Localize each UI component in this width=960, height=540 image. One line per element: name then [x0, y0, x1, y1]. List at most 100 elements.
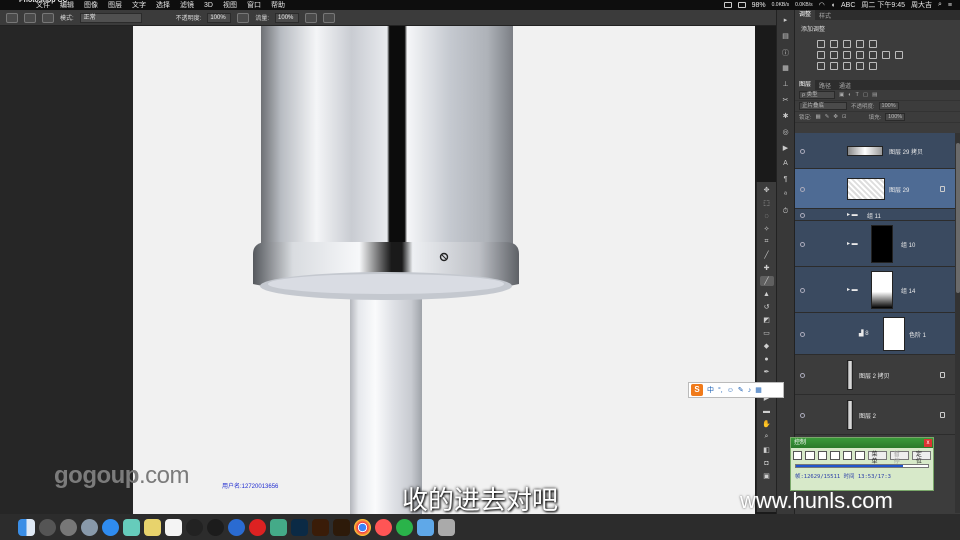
photo-icon[interactable]: [123, 518, 140, 536]
brush-tool-icon[interactable]: [6, 12, 18, 23]
prev-button[interactable]: [793, 451, 803, 460]
hue-sat-icon[interactable]: [830, 51, 838, 59]
menu-3d[interactable]: 3D: [199, 2, 218, 9]
stamp-tool-icon[interactable]: ▲: [760, 289, 774, 299]
eraser-icon[interactable]: ◩: [760, 315, 774, 325]
layer-group-row[interactable]: ▸ ▬ 组 10: [795, 221, 955, 267]
scroll-thumb[interactable]: [956, 143, 960, 293]
toolbox-icon[interactable]: ▦: [755, 386, 762, 394]
wifi-icon[interactable]: ◠: [819, 1, 825, 9]
ime-punct-toggle[interactable]: °,: [718, 387, 723, 394]
timeline-icon[interactable]: ⏱: [780, 208, 792, 218]
photo-filter-icon[interactable]: [869, 51, 877, 59]
airbrush-icon[interactable]: [305, 12, 318, 23]
threshold-icon[interactable]: [843, 62, 851, 70]
next-button[interactable]: [817, 451, 828, 460]
quicktime-icon[interactable]: [186, 518, 203, 536]
gradient-map-icon[interactable]: [856, 62, 864, 70]
user-name[interactable]: 周大吉: [911, 0, 932, 10]
brush-panel-icon[interactable]: [42, 12, 54, 23]
layer-row[interactable]: 图层 2 拷贝: [795, 355, 955, 395]
marquee-tool-icon[interactable]: ⬚: [760, 198, 774, 208]
hand-tool-icon[interactable]: ✋: [760, 419, 774, 429]
input-source[interactable]: ABC: [841, 2, 855, 9]
brightness-icon[interactable]: [817, 40, 825, 48]
layer-group-row[interactable]: ▸ ▬ 组 11: [795, 209, 955, 221]
blur-tool-icon[interactable]: ◆: [760, 341, 774, 351]
layer-row[interactable]: 图层 29 拷贝: [795, 133, 955, 169]
launchpad-icon[interactable]: [60, 518, 77, 536]
trash-icon[interactable]: [438, 518, 455, 536]
browser-icon[interactable]: [228, 518, 245, 536]
document-canvas[interactable]: [133, 26, 755, 514]
invert-icon[interactable]: [817, 62, 825, 70]
visibility-icon[interactable]: [800, 212, 805, 218]
menu-edit[interactable]: 编辑: [55, 0, 79, 10]
quick-mask-icon[interactable]: ◘: [760, 458, 774, 468]
zoom-tool-icon[interactable]: ⌕: [760, 432, 774, 442]
vibrance-icon[interactable]: [817, 51, 825, 59]
filter-smart-icon[interactable]: ▤: [872, 92, 877, 98]
history-icon[interactable]: ▸: [780, 16, 792, 26]
lock-all-icon[interactable]: ⊡: [842, 114, 847, 120]
lock-pixels-icon[interactable]: ▦: [816, 114, 821, 120]
volume-icon[interactable]: ◖: [831, 2, 835, 9]
color-balance-icon[interactable]: [843, 51, 851, 59]
visibility-icon[interactable]: [800, 372, 805, 378]
visibility-icon[interactable]: [800, 186, 805, 192]
layers-scrollbar[interactable]: [955, 133, 960, 513]
selective-color-icon[interactable]: [869, 62, 877, 70]
audio-button[interactable]: [855, 451, 865, 460]
app-store-icon[interactable]: [102, 518, 119, 536]
layer-row[interactable]: 图层 29: [795, 169, 955, 209]
opacity-input[interactable]: 100%: [207, 12, 232, 23]
filter-shape-icon[interactable]: ▢: [863, 92, 868, 98]
menu-select[interactable]: 选择: [151, 0, 175, 10]
quick-select-icon[interactable]: ✧: [760, 224, 774, 234]
glyphs-icon[interactable]: ª: [780, 192, 792, 202]
character-icon[interactable]: A: [780, 160, 792, 170]
crop-tool-icon[interactable]: ⌗: [760, 237, 774, 247]
layer-row[interactable]: 图层 2: [795, 395, 955, 435]
menu-help[interactable]: 帮助: [266, 0, 290, 10]
lasso-tool-icon[interactable]: ◌: [760, 211, 774, 221]
menu-window[interactable]: 窗口: [242, 0, 266, 10]
swatches-icon[interactable]: ▦: [780, 64, 792, 74]
display-icon[interactable]: [723, 2, 732, 8]
healing-brush-icon[interactable]: ✚: [760, 263, 774, 273]
color-swatches-icon[interactable]: ◧: [760, 445, 774, 455]
mode-select[interactable]: 正常: [79, 12, 142, 23]
handwrite-icon[interactable]: ✎: [738, 386, 744, 394]
wechat-icon[interactable]: [396, 518, 413, 536]
record-icon[interactable]: [249, 518, 266, 536]
layer-row[interactable]: ▟ 8 色阶 1: [795, 313, 955, 355]
filter-kind-select[interactable]: ρ 类型: [799, 91, 835, 99]
tools-icon[interactable]: ✂: [780, 96, 792, 106]
layer-comps-icon[interactable]: ◎: [780, 128, 792, 138]
menu-view[interactable]: 视图: [218, 0, 242, 10]
list-icon[interactable]: ≡: [948, 2, 952, 9]
move-tool-icon[interactable]: ✥: [760, 185, 774, 195]
folder-icon[interactable]: [417, 518, 434, 536]
layer-opacity-input[interactable]: 100%: [878, 102, 899, 110]
properties-icon[interactable]: ▤: [780, 32, 792, 42]
tab-paths[interactable]: 路径: [815, 81, 835, 90]
menu-file[interactable]: 文件: [31, 0, 55, 10]
video-app-icon[interactable]: [207, 518, 224, 536]
lock-paint-icon[interactable]: ✎: [825, 114, 830, 120]
search-icon[interactable]: ⌕: [938, 1, 942, 9]
black-white-icon[interactable]: [856, 51, 864, 59]
illustrator-icon[interactable]: [312, 518, 329, 536]
shape-tool-icon[interactable]: ▬: [760, 406, 774, 416]
menu-type[interactable]: 文字: [127, 0, 151, 10]
dodge-tool-icon[interactable]: ●: [760, 354, 774, 364]
notes-icon[interactable]: [144, 518, 161, 536]
posterize-icon[interactable]: [830, 62, 838, 70]
info-icon[interactable]: ⓘ: [780, 48, 792, 58]
filter-pixel-icon[interactable]: ▣: [839, 92, 844, 98]
actions-icon[interactable]: ▶: [780, 144, 792, 154]
keynote-icon[interactable]: [270, 518, 287, 536]
chrome-icon[interactable]: [354, 518, 371, 536]
visibility-icon[interactable]: [800, 331, 805, 337]
pressure-size-icon[interactable]: [323, 12, 336, 23]
